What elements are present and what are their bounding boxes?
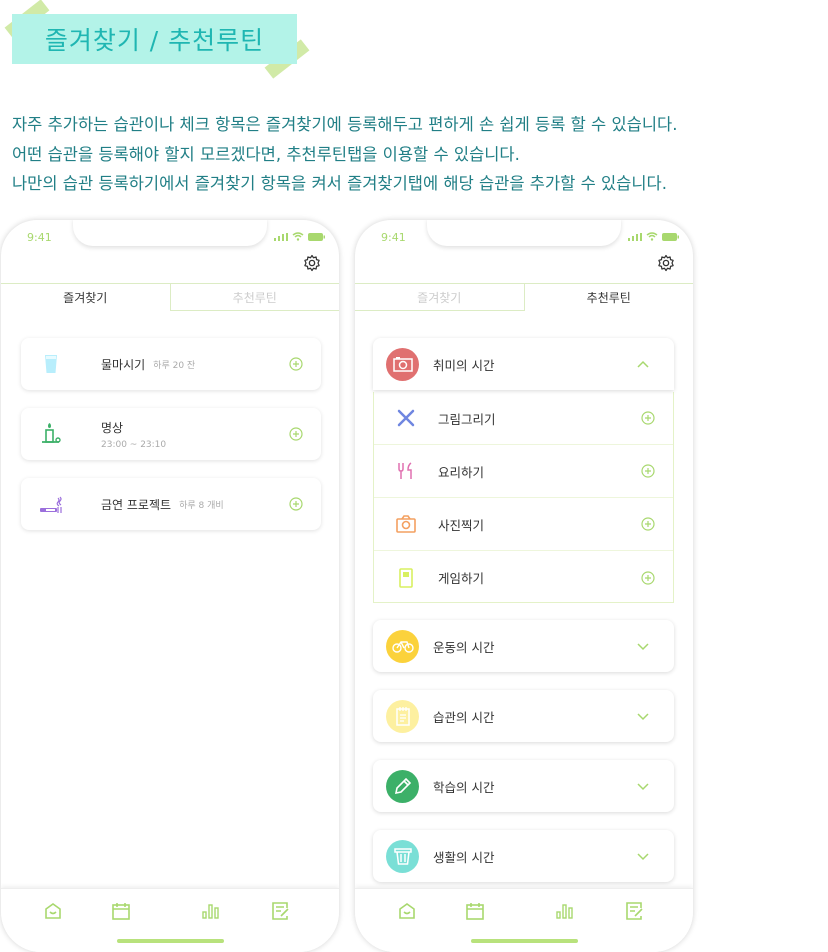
tab-recommended[interactable]: 추천루틴: [169, 284, 339, 311]
chevron-up-icon[interactable]: [636, 359, 650, 369]
trash-bin-icon: [386, 839, 419, 873]
camera-icon: [396, 515, 416, 533]
game-console-icon: [399, 567, 413, 588]
notch: [427, 220, 621, 246]
status-icons: [274, 232, 325, 241]
bicycle-icon: [386, 629, 419, 663]
add-icon[interactable]: [289, 427, 303, 441]
favorite-detail: 23:00 ~ 23:10: [101, 439, 167, 450]
routine-sub-list: 그림그리기 요리하기 사진찍기 게임하기: [373, 392, 674, 603]
routine-item[interactable]: 사진찍기: [374, 498, 673, 551]
description-line: 나만의 습관 등록하기에서 즐겨찾기 항목을 켜서 즐겨찾기탭에 해당 습관을 …: [12, 174, 667, 193]
battery-icon: [662, 232, 679, 241]
gear-icon[interactable]: [303, 254, 321, 272]
phone-favorites: 9:41 즐겨찾기 추천루틴 물마시기 하루 20 잔 명상 23:00 ~ 23…: [1, 220, 339, 952]
add-icon[interactable]: [641, 570, 655, 585]
tab-recommended[interactable]: 추천루틴: [525, 284, 694, 311]
water-glass-icon: [45, 355, 57, 373]
description-line: 어떤 습관을 등록해야 할지 모르겠다면, 추천루틴탭을 이용할 수 있습니다.: [12, 144, 520, 164]
cigarette-icon: [40, 496, 62, 513]
favorite-label: 금연 프로젝트: [101, 497, 172, 512]
favorite-label: 물마시기: [101, 357, 146, 372]
chevron-down-icon[interactable]: [636, 851, 650, 861]
routine-item[interactable]: 그림그리기: [374, 392, 673, 445]
candle-icon: [42, 423, 61, 443]
favorite-item[interactable]: 물마시기 하루 20 잔: [21, 338, 321, 390]
routine-group-label: 습관의 시간: [433, 709, 495, 725]
status-time: 9:41: [27, 231, 52, 244]
chevron-down-icon[interactable]: [636, 641, 650, 651]
pencil-icon: [386, 769, 419, 803]
stats-icon[interactable]: [202, 902, 220, 920]
tab-favorites[interactable]: 즐겨찾기: [355, 284, 525, 311]
tab-favorites[interactable]: 즐겨찾기: [1, 284, 170, 311]
routine-item-label: 사진찍기: [438, 517, 485, 533]
routine-group-living[interactable]: 생활의 시간: [373, 830, 674, 882]
home-indicator: [471, 939, 578, 943]
signal-icon: [274, 232, 288, 241]
routine-item[interactable]: 요리하기: [374, 445, 673, 498]
favorite-item[interactable]: 금연 프로젝트 하루 8 개비: [21, 478, 321, 530]
home-icon[interactable]: [398, 902, 416, 920]
notch: [73, 220, 267, 246]
favorite-text: 명상 23:00 ~ 23:10: [101, 419, 166, 450]
wifi-icon: [646, 232, 658, 241]
add-icon[interactable]: [289, 497, 303, 511]
bottom-nav: [355, 888, 693, 952]
fork-knife-icon: [398, 462, 412, 479]
add-icon[interactable]: [641, 411, 655, 425]
description: 자주 추가하는 습관이나 체크 항목은 즐겨찾기에 등록해두고 편하게 손 쉽게…: [12, 110, 677, 199]
drawing-tools-icon: [397, 409, 415, 427]
description-line: 자주 추가하는 습관이나 체크 항목은 즐겨찾기에 등록해두고 편하게 손 쉽게…: [12, 115, 678, 134]
status-time: 9:41: [381, 231, 406, 244]
routine-group-label: 학습의 시간: [433, 779, 495, 795]
calendar-icon[interactable]: [112, 902, 130, 920]
status-icons: [628, 232, 679, 241]
home-icon[interactable]: [44, 902, 62, 920]
routine-group-exercise[interactable]: 운동의 시간: [373, 620, 674, 672]
tab-bar: 즐겨찾기 추천루틴: [1, 283, 339, 311]
note-icon[interactable]: [272, 902, 290, 920]
routine-group-label: 취미의 시간: [433, 357, 495, 373]
camera-icon: [386, 347, 419, 381]
signal-icon: [628, 232, 642, 241]
routine-item-label: 게임하기: [438, 571, 485, 586]
routine-group-label: 생활의 시간: [433, 849, 495, 865]
add-icon[interactable]: [641, 517, 655, 531]
notepad-icon: [386, 699, 419, 733]
wifi-icon: [292, 232, 304, 241]
add-icon[interactable]: [641, 464, 655, 478]
favorite-label: 명상: [101, 420, 124, 435]
phone-recommended: 9:41 즐겨찾기 추천루틴 취미의 시간 그림그리기 요리하기 사진찍기 게임…: [355, 220, 693, 952]
routine-item-label: 요리하기: [438, 464, 485, 480]
page-title: 즐겨찾기 / 추천루틴: [12, 14, 297, 64]
battery-icon: [308, 232, 325, 241]
routine-group-hobby[interactable]: 취미의 시간: [373, 338, 674, 390]
routine-item-label: 그림그리기: [438, 411, 496, 427]
gear-icon[interactable]: [657, 254, 675, 272]
chevron-down-icon[interactable]: [636, 781, 650, 791]
note-icon[interactable]: [626, 902, 644, 920]
routine-group-study[interactable]: 학습의 시간: [373, 760, 674, 812]
routine-item[interactable]: 게임하기: [374, 551, 673, 604]
home-indicator: [117, 939, 224, 943]
calendar-icon[interactable]: [466, 902, 484, 920]
bottom-nav: [1, 888, 339, 952]
routine-group-label: 운동의 시간: [433, 639, 495, 655]
add-icon[interactable]: [289, 357, 303, 371]
stats-icon[interactable]: [556, 902, 574, 920]
tab-bar: 즐겨찾기 추천루틴: [355, 283, 693, 311]
favorite-detail: 하루 8 개비: [179, 500, 224, 511]
favorite-item[interactable]: 명상 23:00 ~ 23:10: [21, 408, 321, 460]
chevron-down-icon[interactable]: [636, 711, 650, 721]
routine-group-habit[interactable]: 습관의 시간: [373, 690, 674, 742]
favorite-detail: 하루 20 잔: [153, 360, 196, 371]
